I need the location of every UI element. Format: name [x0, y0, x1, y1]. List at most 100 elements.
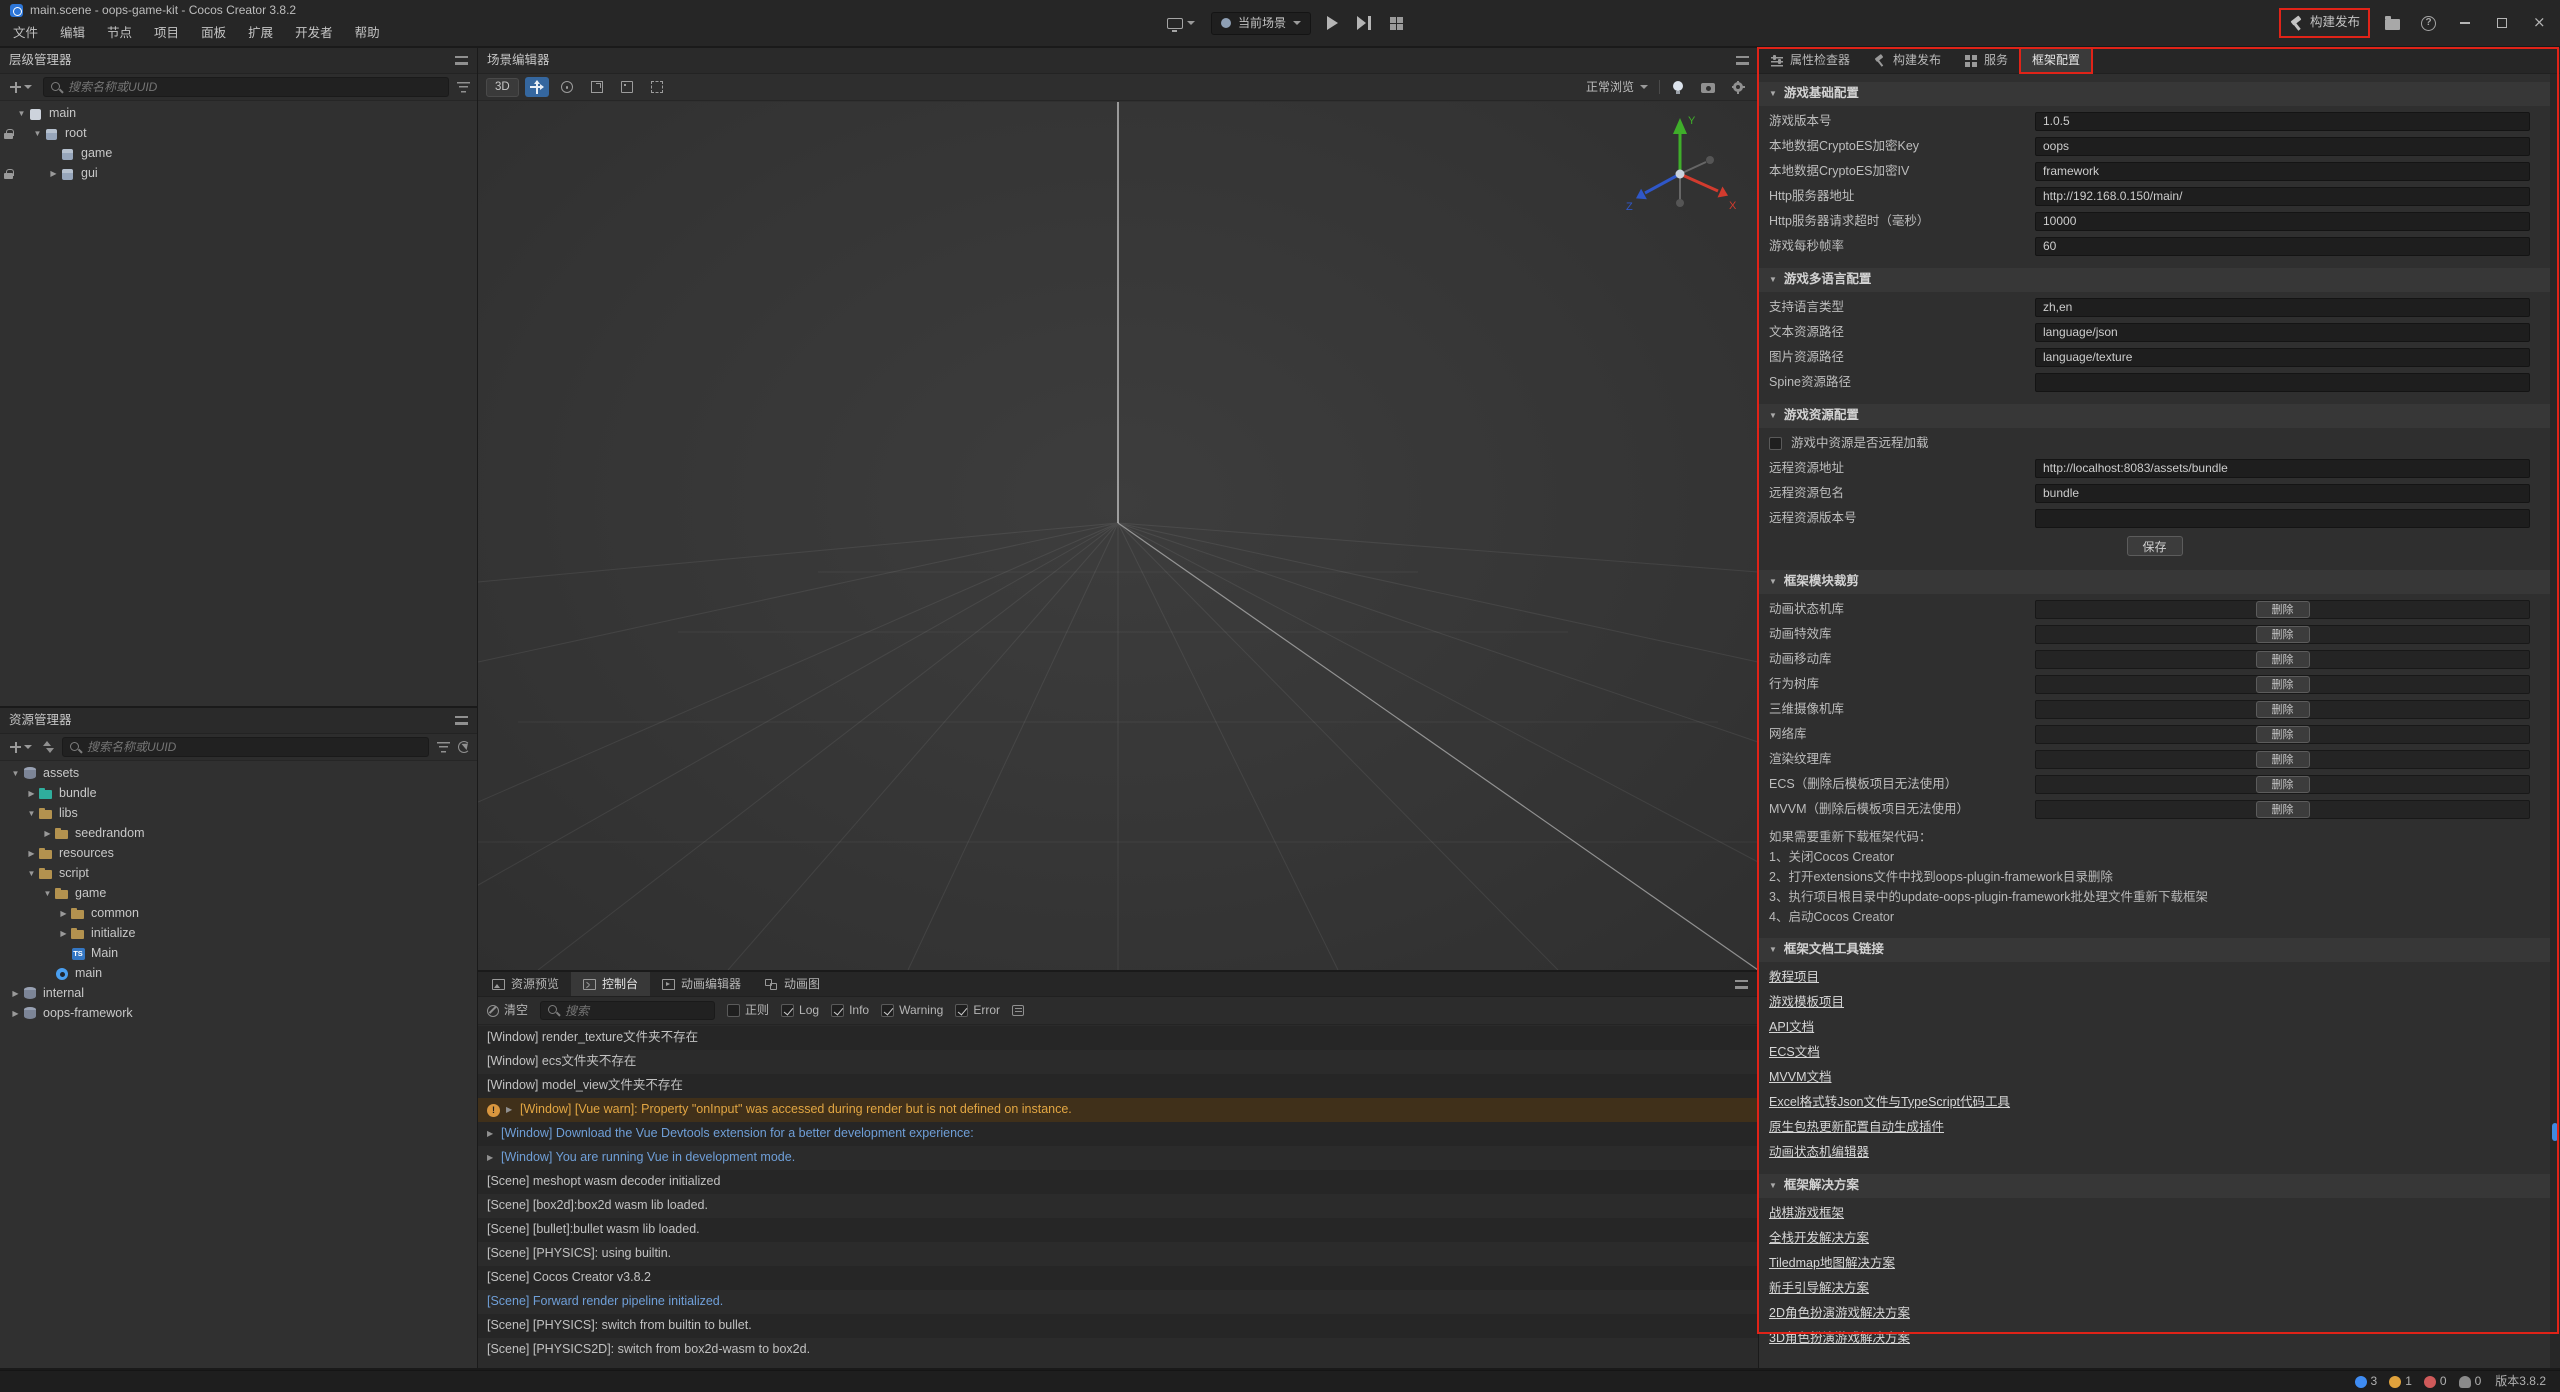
- inspector-scrollbar[interactable]: [2550, 74, 2560, 1368]
- asset-node-row[interactable]: initialize: [0, 924, 477, 944]
- section-header[interactable]: 游戏基础配置: [1759, 82, 2550, 106]
- expand-arrow-icon[interactable]: [40, 824, 55, 844]
- expand-arrow-icon[interactable]: [8, 1004, 23, 1024]
- doc-link[interactable]: MVVM文档: [1769, 1070, 1832, 1086]
- rect-tool-button[interactable]: [615, 77, 639, 97]
- expand-caret-icon[interactable]: [487, 1153, 501, 1163]
- view-mode-select[interactable]: 正常浏览: [1581, 80, 1653, 95]
- console-search-input[interactable]: [565, 1004, 708, 1018]
- asset-node-row[interactable]: seedrandom: [0, 824, 477, 844]
- asset-node-row[interactable]: Main: [0, 944, 477, 964]
- property-input[interactable]: framework: [2035, 162, 2530, 181]
- asset-node-row[interactable]: assets: [0, 764, 477, 784]
- expand-arrow-icon[interactable]: [56, 904, 71, 924]
- delete-module-button[interactable]: 删除: [2256, 751, 2310, 768]
- section-header[interactable]: 游戏多语言配置: [1759, 268, 2550, 292]
- property-input[interactable]: oops: [2035, 137, 2530, 156]
- sort-icon[interactable]: [43, 741, 54, 753]
- delete-module-button[interactable]: 删除: [2256, 701, 2310, 718]
- maximize-button[interactable]: [2491, 12, 2513, 34]
- console-log-row[interactable]: [Scene] meshopt wasm decoder initialized: [478, 1170, 1758, 1194]
- expand-arrow-icon[interactable]: [24, 804, 39, 824]
- property-input[interactable]: bundle: [2035, 484, 2530, 503]
- expand-arrow-icon[interactable]: [24, 864, 39, 884]
- expand-arrow-icon[interactable]: [46, 164, 61, 184]
- console-search[interactable]: [540, 1001, 715, 1020]
- console-log-row[interactable]: [Scene] Forward render pipeline initiali…: [478, 1290, 1758, 1314]
- scene-settings-button[interactable]: [1726, 77, 1750, 97]
- doc-link[interactable]: 原生包热更新配置自动生成插件: [1769, 1120, 1944, 1136]
- add-node-button[interactable]: [7, 82, 35, 93]
- menu-item[interactable]: 扩展: [237, 26, 284, 42]
- expand-arrow-icon[interactable]: [30, 124, 45, 144]
- console-log-row[interactable]: [Window] Download the Vue Devtools exten…: [478, 1122, 1758, 1146]
- scene-viewport[interactable]: Y X Z: [478, 102, 1758, 970]
- scrollbar-thumb[interactable]: [2552, 1123, 2558, 1141]
- menu-item[interactable]: 面板: [190, 26, 237, 42]
- solution-link[interactable]: 战棋游戏框架: [1769, 1206, 1844, 1222]
- solution-link[interactable]: 2D角色扮演游戏解决方案: [1769, 1306, 1910, 1322]
- doc-link[interactable]: 教程项目: [1769, 970, 1819, 986]
- light-toggle-button[interactable]: [1666, 77, 1690, 97]
- project-folder-button[interactable]: [2382, 14, 2403, 33]
- console-log-row[interactable]: [Window] model_view文件夹不存在: [478, 1074, 1758, 1098]
- clear-console-button[interactable]: 清空: [487, 1003, 528, 1018]
- assets-search-input[interactable]: [87, 740, 422, 754]
- assets-search[interactable]: [62, 737, 429, 757]
- property-input[interactable]: [2035, 373, 2530, 392]
- hierarchy-node-row[interactable]: game: [0, 144, 477, 164]
- scene-select[interactable]: 当前场景: [1211, 12, 1311, 35]
- asset-node-row[interactable]: game: [0, 884, 477, 904]
- property-input[interactable]: http://localhost:8083/assets/bundle: [2035, 459, 2530, 478]
- hierarchy-search[interactable]: [43, 77, 449, 97]
- asset-node-row[interactable]: oops-framework: [0, 1004, 477, 1024]
- section-header[interactable]: 框架文档工具链接: [1759, 938, 2550, 962]
- refresh-icon[interactable]: [458, 741, 470, 753]
- delete-module-button[interactable]: 删除: [2256, 726, 2310, 743]
- status-badge[interactable]: 0: [2424, 1374, 2447, 1389]
- close-button[interactable]: [2528, 12, 2550, 34]
- solution-link[interactable]: 新手引导解决方案: [1769, 1281, 1869, 1297]
- menu-item[interactable]: 帮助: [344, 26, 391, 42]
- console-log-row[interactable]: [Scene] [box2d]:box2d wasm lib loaded.: [478, 1194, 1758, 1218]
- minimize-button[interactable]: [2454, 12, 2476, 34]
- doc-link[interactable]: ECS文档: [1769, 1045, 1820, 1061]
- build-publish-button[interactable]: 构建发布: [2282, 11, 2367, 35]
- status-badge[interactable]: 0: [2459, 1374, 2482, 1389]
- expand-arrow-icon[interactable]: [24, 844, 39, 864]
- console-log-row[interactable]: [Scene] [bullet]:bullet wasm lib loaded.: [478, 1218, 1758, 1242]
- delete-module-button[interactable]: 删除: [2256, 776, 2310, 793]
- layout-button[interactable]: [1387, 14, 1406, 33]
- menu-item[interactable]: 节点: [96, 26, 143, 42]
- panel-menu-icon[interactable]: [455, 716, 468, 725]
- asset-node-row[interactable]: libs: [0, 804, 477, 824]
- property-input[interactable]: zh,en: [2035, 298, 2530, 317]
- expand-arrow-icon[interactable]: [14, 104, 29, 124]
- inspector-tab[interactable]: 构建发布: [1862, 48, 1953, 73]
- panel-menu-icon[interactable]: [1735, 980, 1748, 989]
- asset-node-row[interactable]: main: [0, 964, 477, 984]
- gizmo-tool-button[interactable]: [645, 77, 669, 97]
- console-tab[interactable]: 动画图: [753, 972, 832, 996]
- console-log-row[interactable]: [Window] [Vue warn]: Property "onInput" …: [478, 1098, 1758, 1122]
- doc-link[interactable]: 游戏模板项目: [1769, 995, 1844, 1011]
- console-filter-toggle[interactable]: Warning: [881, 1003, 943, 1018]
- expand-arrow-icon[interactable]: [56, 924, 71, 944]
- status-badge[interactable]: 1: [2389, 1374, 2412, 1389]
- console-filter-toggle[interactable]: Error: [955, 1003, 1000, 1018]
- remote-load-checkbox[interactable]: [1769, 437, 1782, 450]
- axis-gizmo[interactable]: Y X Z: [1618, 110, 1742, 234]
- status-badge[interactable]: 3: [2355, 1374, 2378, 1389]
- console-log-row[interactable]: [Window] render_texture文件夹不存在: [478, 1026, 1758, 1050]
- expand-arrow-icon[interactable]: [8, 764, 23, 784]
- doc-link[interactable]: Excel格式转Json文件与TypeScript代码工具: [1769, 1095, 2010, 1111]
- property-input[interactable]: 60: [2035, 237, 2530, 256]
- asset-node-row[interactable]: bundle: [0, 784, 477, 804]
- step-button[interactable]: [1354, 13, 1374, 33]
- asset-node-row[interactable]: common: [0, 904, 477, 924]
- property-input[interactable]: language/texture: [2035, 348, 2530, 367]
- property-input[interactable]: 10000: [2035, 212, 2530, 231]
- inspector-tab[interactable]: 属性检查器: [1759, 48, 1862, 73]
- console-log-row[interactable]: [Window] You are running Vue in developm…: [478, 1146, 1758, 1170]
- asset-node-row[interactable]: resources: [0, 844, 477, 864]
